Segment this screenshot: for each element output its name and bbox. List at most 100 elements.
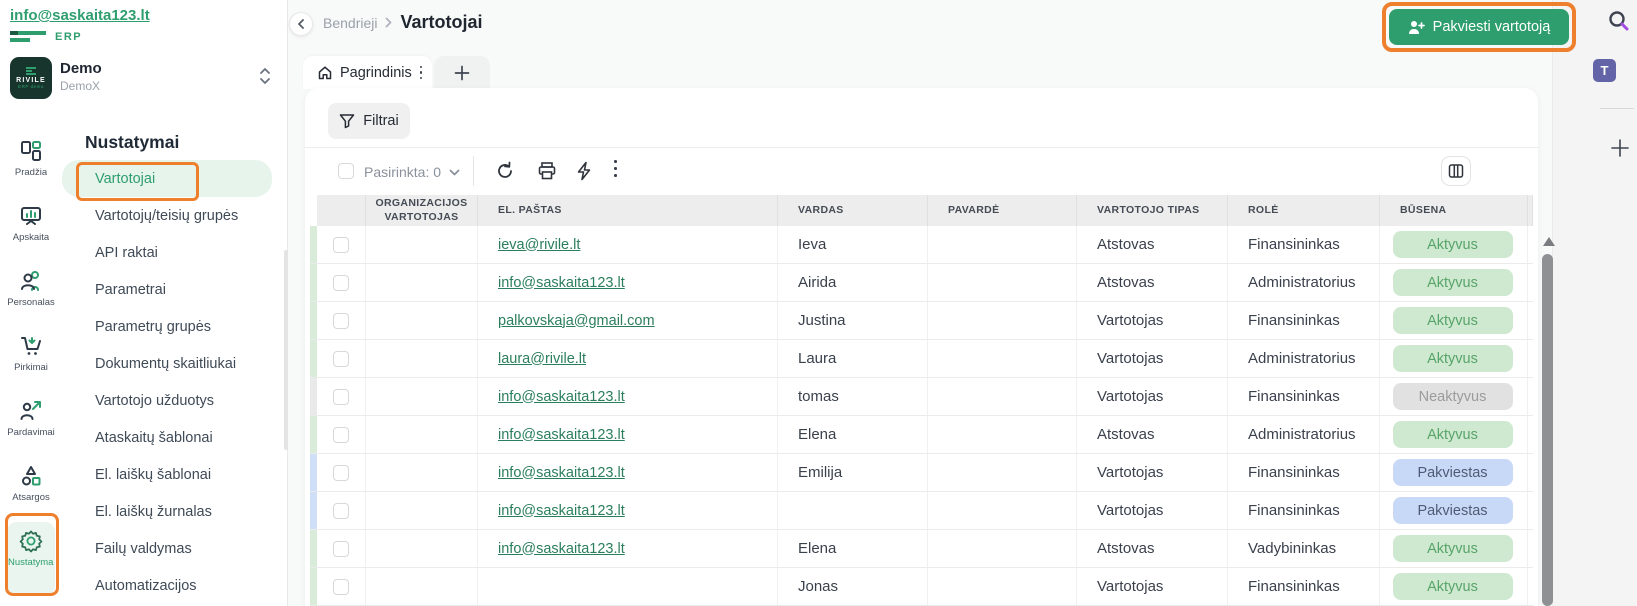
person-arrow-icon: [18, 398, 44, 424]
menu-item-el-lai-k-ablonai[interactable]: El. laiškų šablonai: [62, 456, 282, 493]
cell-org-vartotojas: [366, 568, 478, 605]
search-icon[interactable]: [1607, 9, 1631, 33]
sidebar-item-pardavimai[interactable]: Pardavimai: [0, 388, 62, 453]
menu-item-fail-valdymas[interactable]: Failų valdymas: [62, 530, 282, 567]
row-status-strip: [310, 378, 317, 415]
table-toolbar: Pasirinkta: 0: [305, 148, 1538, 195]
row-checkbox[interactable]: [333, 503, 349, 519]
table-row: Jonas Vartotojas Finansininkas Aktyvus: [310, 568, 1533, 606]
email-link[interactable]: info@saskaita123.lt: [498, 427, 625, 443]
cell-role: Administratorius: [1228, 340, 1380, 377]
person-plus-icon: [1408, 20, 1425, 35]
cell-org-vartotojas: [366, 302, 478, 339]
menu-item-vartotoj-teisi-grup-s[interactable]: Vartotojų/teisių grupės: [62, 197, 282, 234]
email-link[interactable]: info@saskaita123.lt: [498, 275, 625, 291]
table-row: info@saskaita123.lt Vartotojas Finansini…: [310, 492, 1533, 530]
actions-lightning-icon[interactable]: [575, 161, 593, 181]
column-settings-button[interactable]: [1441, 156, 1471, 186]
column-header: VARTOTOJO TIPAS: [1077, 195, 1228, 226]
row-checkbox[interactable]: [333, 351, 349, 367]
print-icon[interactable]: [537, 161, 557, 181]
cell-vardas: tomas: [778, 378, 928, 415]
company-selector[interactable]: RIVILE ERP demo Demo DemoX: [0, 52, 288, 102]
cell-role: Finansininkas: [1228, 492, 1380, 529]
sidebar-item-pirkimai[interactable]: Pirkimai: [0, 323, 62, 388]
menu-item-parametrai[interactable]: Parametrai: [62, 271, 282, 308]
menu-item-automatizacijos[interactable]: Automatizacijos: [62, 567, 282, 604]
scroll-up-arrow[interactable]: [1543, 237, 1555, 246]
cell-tipas: Atstovas: [1077, 264, 1228, 301]
select-all-checkbox[interactable]: [338, 163, 354, 179]
tab-menu-icon[interactable]: [419, 66, 422, 80]
email-link[interactable]: info@saskaita123.lt: [498, 503, 625, 519]
table-scrollbar[interactable]: [1542, 254, 1553, 606]
sidebar-item-nustatymai[interactable]: Nustatymai: [0, 518, 62, 598]
cell-tipas: Vartotojas: [1077, 378, 1228, 415]
email-link[interactable]: laura@rivile.lt: [498, 351, 586, 367]
column-header: EL. PAŠTAS: [478, 195, 778, 226]
row-checkbox[interactable]: [333, 465, 349, 481]
add-tab-button[interactable]: [434, 56, 490, 89]
add-icon[interactable]: [1609, 137, 1631, 159]
sidebar-item-pradžia[interactable]: Pradžia: [0, 128, 62, 193]
refresh-icon[interactable]: [495, 161, 515, 181]
row-status-strip: [310, 454, 317, 491]
cell-vardas: Laura: [778, 340, 928, 377]
selected-count-dropdown[interactable]: Pasirinkta: 0: [364, 164, 460, 180]
email-link[interactable]: info@saskaita123.lt: [498, 541, 625, 557]
menu-item-vartotojai[interactable]: Vartotojai: [62, 160, 272, 197]
cell-pavarde: [928, 530, 1077, 567]
row-checkbox[interactable]: [333, 579, 349, 595]
column-header: ROLĖ: [1228, 195, 1380, 226]
row-checkbox[interactable]: [333, 237, 349, 253]
email-link[interactable]: palkovskaja@gmail.com: [498, 313, 655, 329]
tab-pagrindinis[interactable]: Pagrindinis: [303, 56, 432, 89]
cell-tipas: Vartotojas: [1077, 302, 1228, 339]
breadcrumb-chevron-icon: [385, 17, 392, 28]
email-link[interactable]: ieva@rivile.lt: [498, 237, 580, 253]
status-badge: Aktyvus: [1393, 535, 1513, 562]
rail-divider: [1600, 108, 1634, 109]
email-link[interactable]: info@saskaita123.lt: [498, 465, 625, 481]
users-table: ORGANIZACIJOS VARTOTOJASEL. PAŠTASVARDAS…: [310, 195, 1533, 606]
menu-item-parametr-grup-s[interactable]: Parametrų grupės: [62, 308, 282, 345]
row-checkbox[interactable]: [333, 541, 349, 557]
column-header: BŪSENA: [1380, 195, 1528, 226]
app-window: info@saskaita123.lt ERP RIVILE ERP demo …: [0, 0, 1637, 606]
table-row: info@saskaita123.lt tomas Vartotojas Fin…: [310, 378, 1533, 416]
cell-org-vartotojas: [366, 226, 478, 263]
teams-icon[interactable]: T: [1593, 59, 1616, 82]
menu-scrollbar[interactable]: [284, 250, 288, 450]
menu-item-api-raktai[interactable]: API raktai: [62, 234, 282, 271]
row-status-strip: [310, 530, 317, 567]
home-icon: [317, 65, 333, 81]
company-switch-icon[interactable]: [258, 65, 274, 89]
menu-item-ataskait-ablonai[interactable]: Ataskaitų šablonai: [62, 419, 282, 456]
sidebar-item-apskaita[interactable]: Apskaita: [0, 193, 62, 258]
filters-button[interactable]: Filtrai: [328, 103, 410, 139]
status-badge: Neaktyvus: [1393, 383, 1513, 410]
cell-pavarde: [928, 416, 1077, 453]
cell-role: Administratorius: [1228, 264, 1380, 301]
invite-user-button[interactable]: Pakviesti vartotoją: [1389, 9, 1569, 45]
cell-org-vartotojas: [366, 378, 478, 415]
status-badge: Aktyvus: [1393, 269, 1513, 296]
menu-item-dokument-skaitliukai[interactable]: Dokumentų skaitliukai: [62, 345, 282, 382]
sidebar-collapse-button[interactable]: [289, 12, 313, 36]
menu-item-el-lai-k-urnalas[interactable]: El. laiškų žurnalas: [62, 493, 282, 530]
row-checkbox[interactable]: [333, 275, 349, 291]
row-checkbox[interactable]: [333, 313, 349, 329]
menu-item-vartotojo-u-duotys[interactable]: Vartotojo užduotys: [62, 382, 282, 419]
account-email-link[interactable]: info@saskaita123.lt: [10, 7, 150, 24]
sidebar-item-personalas[interactable]: Personalas: [0, 258, 62, 323]
gear-icon: [18, 528, 44, 554]
cell-pavarde: [928, 492, 1077, 529]
row-checkbox[interactable]: [333, 427, 349, 443]
email-link[interactable]: info@saskaita123.lt: [498, 389, 625, 405]
cell-role: Finansininkas: [1228, 302, 1380, 339]
column-header: PAVARDĖ: [928, 195, 1077, 226]
row-checkbox[interactable]: [333, 389, 349, 405]
sidebar-item-atsargos[interactable]: Atsargos: [0, 453, 62, 518]
breadcrumb-section[interactable]: Bendrieji: [323, 15, 377, 31]
status-badge: Aktyvus: [1393, 421, 1513, 448]
